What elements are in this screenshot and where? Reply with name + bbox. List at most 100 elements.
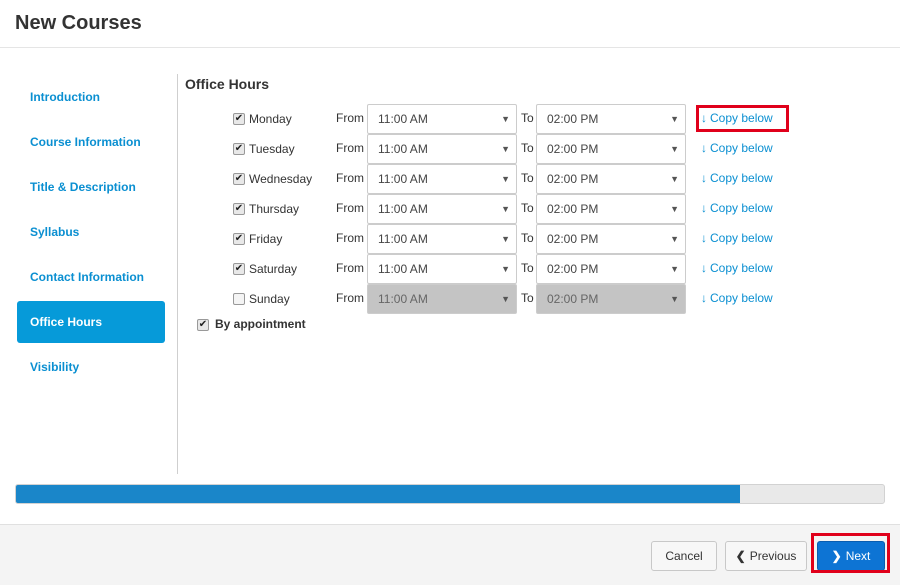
sidebar-item-introduction[interactable]: Introduction	[17, 76, 165, 118]
from-label: From	[336, 261, 364, 275]
from-label: From	[336, 111, 364, 125]
cancel-button[interactable]: Cancel	[651, 541, 717, 571]
to-time-select[interactable]: 02:00 PM ▼	[536, 194, 686, 224]
sidebar-item-contact-information[interactable]: Contact Information	[17, 256, 165, 298]
copy-below-link[interactable]: ↓ Copy below	[701, 201, 773, 215]
caret-down-icon: ▼	[670, 174, 679, 184]
from-time-select: 11:00 AM ▼	[367, 284, 517, 314]
day-checkbox[interactable]: ✔	[233, 203, 245, 215]
copy-below-label: Copy below	[710, 291, 773, 305]
next-button-highlight	[811, 533, 890, 573]
to-time-select: 02:00 PM ▼	[536, 284, 686, 314]
arrow-down-icon: ↓	[701, 261, 707, 275]
from-time-select[interactable]: 11:00 AM ▼	[367, 104, 517, 134]
previous-button[interactable]: ❮ Previous	[725, 541, 807, 571]
by-appointment-checkbox[interactable]: ✔	[197, 319, 209, 331]
from-label: From	[336, 141, 364, 155]
from-time-value: 11:00 AM	[378, 202, 428, 216]
arrow-down-icon: ↓	[701, 201, 707, 215]
section-title: Office Hours	[185, 76, 270, 92]
to-label: To	[521, 111, 534, 125]
arrow-down-icon: ↓	[701, 141, 707, 155]
from-label: From	[336, 291, 364, 305]
sidebar: Introduction Course Information Title & …	[17, 76, 165, 391]
to-time-select[interactable]: 02:00 PM ▼	[536, 254, 686, 284]
day-row-wednesday: ✔ Wednesday From 11:00 AM ▼ To 02:00 PM ▼ ↓ Copy …	[233, 164, 793, 194]
from-time-select[interactable]: 11:00 AM ▼	[367, 134, 517, 164]
caret-down-icon: ▼	[501, 294, 510, 304]
to-time-value: 02:00 PM	[547, 262, 599, 276]
to-time-select[interactable]: 02:00 PM ▼	[536, 224, 686, 254]
sidebar-item-title-description[interactable]: Title & Description	[17, 166, 165, 208]
caret-down-icon: ▼	[670, 204, 679, 214]
by-appointment-label: By appointment	[215, 317, 306, 331]
dialog-title: New Courses	[15, 12, 142, 34]
copy-below-link[interactable]: ↓ Copy below	[701, 141, 773, 155]
to-label: To	[521, 291, 534, 305]
chevron-left-icon: ❮	[735, 549, 746, 563]
cancel-button-label: Cancel	[665, 549, 703, 563]
from-time-value: 11:00 AM	[378, 172, 428, 186]
copy-below-link[interactable]: ↓ Copy below	[701, 261, 773, 275]
copy-below-label: Copy below	[710, 171, 773, 185]
dialog-footer: Cancel ❮ Previous ❯ Next	[0, 524, 900, 585]
to-label: To	[521, 141, 534, 155]
caret-down-icon: ▼	[670, 294, 679, 304]
to-label: To	[521, 231, 534, 245]
day-label: Wednesday	[249, 172, 313, 186]
caret-down-icon: ▼	[670, 144, 679, 154]
day-row-saturday: ✔ Saturday From 11:00 AM ▼ To 02:00 PM ▼ ↓ Copy b…	[233, 254, 793, 284]
caret-down-icon: ▼	[670, 234, 679, 244]
day-checkbox[interactable]: ✔	[233, 233, 245, 245]
to-time-select[interactable]: 02:00 PM ▼	[536, 134, 686, 164]
copy-below-link[interactable]: ↓ Copy below	[701, 231, 773, 245]
previous-button-label: Previous	[749, 549, 797, 563]
day-row-tuesday: ✔ Tuesday From 11:00 AM ▼ To 02:00 PM ▼ ↓ Copy be…	[233, 134, 793, 164]
caret-down-icon: ▼	[501, 264, 510, 274]
day-row-thursday: ✔ Thursday From 11:00 AM ▼ To 02:00 PM ▼ ↓ Copy b…	[233, 194, 793, 224]
from-time-select[interactable]: 11:00 AM ▼	[367, 254, 517, 284]
copy-below-label: Copy below	[710, 201, 773, 215]
caret-down-icon: ▼	[501, 114, 510, 124]
sidebar-item-office-hours[interactable]: Office Hours	[17, 301, 165, 343]
day-label: Saturday	[249, 262, 298, 276]
day-row-friday: ✔ Friday From 11:00 AM ▼ To 02:00 PM ▼ ↓ Copy bel…	[233, 224, 793, 254]
day-label: Friday	[249, 232, 283, 246]
sidebar-item-syllabus[interactable]: Syllabus	[17, 211, 165, 253]
day-checkbox[interactable]: ✔	[233, 263, 245, 275]
sidebar-item-visibility[interactable]: Visibility	[17, 346, 165, 388]
arrow-down-icon: ↓	[701, 291, 707, 305]
from-label: From	[336, 171, 364, 185]
day-checkbox[interactable]: ✔	[233, 143, 245, 155]
day-checkbox[interactable]	[233, 293, 245, 305]
to-time-select[interactable]: 02:00 PM ▼	[536, 164, 686, 194]
copy-below-link[interactable]: ↓ Copy below	[701, 291, 773, 305]
caret-down-icon: ▼	[501, 174, 510, 184]
copy-below-link[interactable]: ↓ Copy below	[701, 171, 773, 185]
copy-below-label: Copy below	[710, 231, 773, 245]
progress-bar	[15, 484, 885, 504]
from-time-select[interactable]: 11:00 AM ▼	[367, 224, 517, 254]
to-time-select[interactable]: 02:00 PM ▼	[536, 104, 686, 134]
to-time-value: 02:00 PM	[547, 292, 599, 306]
from-time-value: 11:00 AM	[378, 112, 428, 126]
from-time-select[interactable]: 11:00 AM ▼	[367, 194, 517, 224]
from-time-value: 11:00 AM	[378, 262, 428, 276]
caret-down-icon: ▼	[501, 234, 510, 244]
arrow-down-icon: ↓	[701, 231, 707, 245]
from-time-select[interactable]: 11:00 AM ▼	[367, 164, 517, 194]
day-checkbox[interactable]: ✔	[233, 173, 245, 185]
day-label: Thursday	[249, 202, 300, 216]
to-time-value: 02:00 PM	[547, 172, 599, 186]
day-row-sunday: Sunday From 11:00 AM ▼ To 02:00 PM ▼ ↓ Copy belo…	[233, 284, 793, 314]
caret-down-icon: ▼	[501, 204, 510, 214]
to-label: To	[521, 171, 534, 185]
dialog-header: New Courses	[0, 0, 900, 48]
day-checkbox[interactable]: ✔	[233, 113, 245, 125]
to-time-value: 02:00 PM	[547, 112, 599, 126]
copy-below-label: Copy below	[710, 261, 773, 275]
from-label: From	[336, 231, 364, 245]
sidebar-item-course-information[interactable]: Course Information	[17, 121, 165, 163]
progress-fill	[16, 485, 740, 503]
to-time-value: 02:00 PM	[547, 142, 599, 156]
